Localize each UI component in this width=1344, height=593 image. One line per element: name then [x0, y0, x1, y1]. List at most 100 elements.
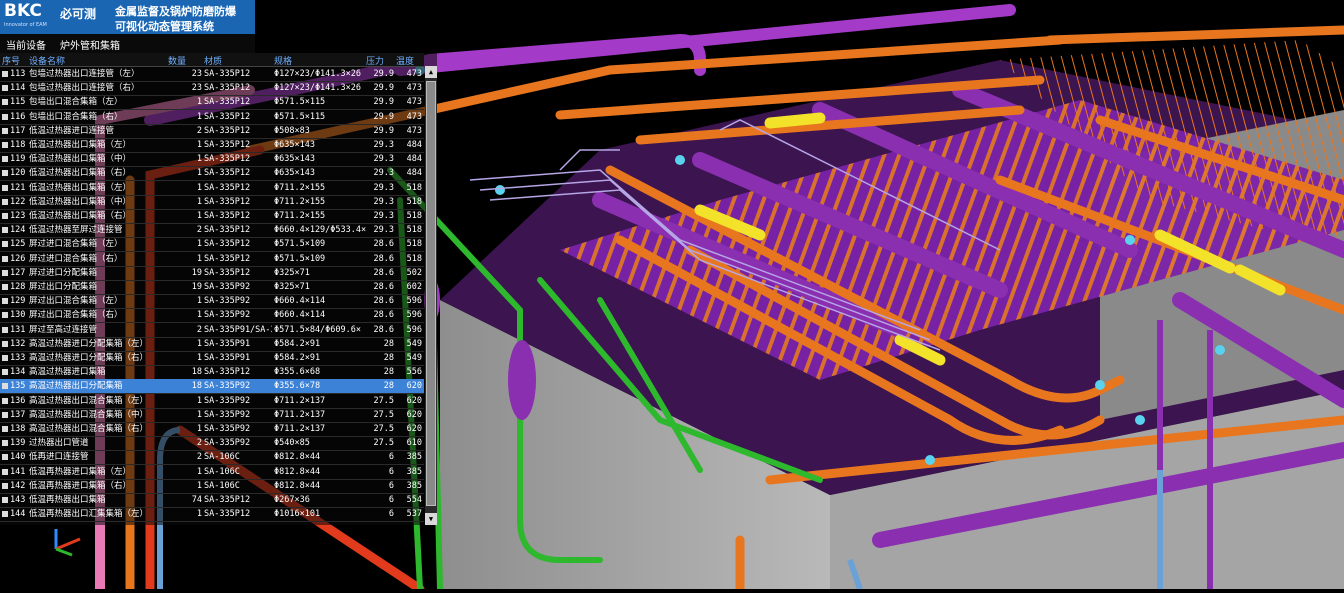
row-marker-icon: [2, 255, 8, 262]
table-cell: Φ635×143: [274, 168, 315, 179]
col-header-spec[interactable]: 规格: [274, 54, 366, 67]
table-row[interactable]: 143 低温再热器出口集箱 74 SA-335P12 Φ267×36 6 554: [0, 493, 424, 508]
table-cell: 屏过出口混合集箱（右）: [29, 310, 123, 321]
row-marker-icon: [2, 468, 8, 475]
table-row[interactable]: 121 低温过热器出口集箱（左） 1 SA-335P12 Φ711.2×155 29.3 5…: [0, 181, 424, 196]
table-cell: 低温过热器出口集箱（中）: [29, 196, 132, 207]
table-row[interactable]: 141 低温再热器进口集箱（左） 1 SA-106C Φ812.8×44 6 385: [0, 465, 424, 480]
table-cell: 29.3: [373, 182, 394, 193]
table-row[interactable]: 132 高温过热器进口分配集箱（左） 1 SA-335P91 Φ584.2×91 28 54…: [0, 337, 424, 352]
table-row[interactable]: 139 过热器出口管道 2 SA-335P92 Φ540×85 27.5 610: [0, 436, 424, 452]
current-device-value[interactable]: 炉外管和集箱: [60, 37, 120, 52]
table-cell: 6: [388, 466, 394, 477]
col-header-temp[interactable]: 温度: [396, 54, 422, 67]
table-row[interactable]: 117 低温过热器进口连接管 2 SA-335P12 Φ508×83 29.9 473: [0, 124, 424, 139]
table-cell: Φ812.8×44: [274, 452, 321, 463]
table-row[interactable]: 122 低温过热器出口集箱（中） 1 SA-335P12 Φ711.2×155 29.3 5…: [0, 195, 424, 210]
table-row[interactable]: 125 屏过进口混合集箱（左） 1 SA-335P12 Φ571.5×109 28.6 51…: [0, 237, 424, 253]
table-row[interactable]: 133 高温过热器进口分配集箱（右） 1 SA-335P91 Φ584.2×91 28 54…: [0, 351, 424, 366]
table-row[interactable]: 130 屏过出口混合集箱（右） 1 SA-335P92 Φ660.4×114 28.6 59…: [0, 308, 424, 324]
table-cell: 1: [196, 480, 202, 491]
table-cell: 23: [191, 69, 202, 79]
table-cell: SA-335P12: [204, 125, 251, 136]
table-cell: Φ1016×101: [274, 509, 321, 520]
table-row[interactable]: 144 低温再热器出口汇集集箱（左） 1 SA-335P12 Φ1016×101 6 537: [0, 507, 424, 523]
table-cell: 596: [406, 310, 422, 321]
table-cell: Φ571.5×115: [274, 111, 326, 122]
table-cell: 29.3: [373, 154, 394, 165]
table-cell: SA-335P92: [204, 424, 251, 434]
col-header-qty[interactable]: 数量: [168, 54, 202, 67]
table-row[interactable]: 140 低再进口连接管 2 SA-106C Φ812.8×44 6 385: [0, 450, 424, 466]
table-cell: 28.6: [373, 310, 394, 321]
table-row[interactable]: 126 屏过进口混合集箱（右） 1 SA-335P12 Φ571.5×109 28.6 51…: [0, 252, 424, 267]
table-cell: 1: [196, 353, 202, 363]
table-cell: 包墙出口混合集箱（左）: [29, 97, 123, 108]
app-title-line2: 可视化动态管理系统: [115, 20, 214, 33]
scroll-down-arrow-icon[interactable]: ▼: [425, 513, 437, 525]
table-cell: 554: [406, 495, 422, 505]
scrollbar-thumb[interactable]: [426, 80, 436, 506]
table-cell: 高温过热器出口混合集箱（左）: [29, 395, 149, 406]
table-cell: 549: [406, 338, 422, 349]
table-cell: 29.9: [373, 83, 394, 94]
table-cell: 1: [196, 140, 202, 150]
table-row[interactable]: 129 屏过出口混合集箱（左） 1 SA-335P92 Φ660.4×114 28.6 59…: [0, 294, 424, 310]
table-row[interactable]: 142 低温再热器进口集箱（右） 1 SA-106C Φ812.8×44 6 385: [0, 479, 424, 494]
table-cell: 低温过热器出口集箱（左）: [29, 140, 132, 150]
row-marker-icon: [2, 198, 8, 205]
table-row[interactable]: 119 低温过热器出口集箱（中） 1 SA-335P12 Φ635×143 29.3 484: [0, 152, 424, 168]
table-cell: Φ571.5×109: [274, 239, 326, 250]
logo-cn-text: 必可测: [60, 7, 97, 21]
table-cell: 1: [196, 409, 202, 420]
table-cell: Φ660.4×114: [274, 296, 326, 307]
table-cell: 高温过热器进口分配集箱（左）: [29, 338, 149, 349]
table-row[interactable]: 115 包墙出口混合集箱（左） 1 SA-335P12 Φ571.5×115 29.9 47…: [0, 95, 424, 111]
table-row[interactable]: 127 屏过进口分配集箱 19 SA-335P12 Φ325×71 28.6 502: [0, 266, 424, 281]
table-cell: 2: [196, 225, 202, 236]
table-row[interactable]: 138 高温过热器出口混合集箱（右） 1 SA-335P92 Φ711.2×137 27.…: [0, 422, 424, 437]
table-cell: Φ540×85: [274, 438, 310, 449]
table-cell: 518: [406, 182, 422, 193]
table-cell: 1: [196, 111, 202, 122]
table-cell: 高温过热器出口混合集箱（右）: [29, 424, 149, 434]
table-cell: 549: [406, 353, 422, 363]
col-header-pressure[interactable]: 压力: [366, 54, 394, 67]
equipment-table-panel: 序号 设备名称 数量 材质 规格 压力 温度 113 包墙过热器出口连接管（左） 2…: [0, 53, 437, 525]
table-cell: 74: [191, 495, 202, 505]
table-row[interactable]: 120 低温过热器出口集箱（右） 1 SA-335P12 Φ635×143 29.3 484: [0, 166, 424, 182]
bkc-logo: BKC: [4, 1, 42, 21]
table-cell: 6: [388, 509, 394, 520]
table-row[interactable]: 134 高温过热器进口集箱 18 SA-335P12 Φ355.6×68 28 556: [0, 365, 424, 381]
table-row[interactable]: 116 包墙出口混合集箱（右） 1 SA-335P12 Φ571.5×115 29.9 47…: [0, 110, 424, 125]
table-cell: 1: [196, 466, 202, 477]
table-cell: 2: [196, 452, 202, 463]
table-row[interactable]: 128 屏过出口分配集箱 19 SA-335P92 Φ325×71 28.6 602: [0, 280, 424, 295]
row-marker-icon: [2, 340, 8, 347]
scroll-up-arrow-icon[interactable]: ▲: [425, 66, 437, 78]
table-row[interactable]: 135 高温过热器出口分配集箱 18 SA-335P92 Φ355.6×78 28 620: [0, 379, 424, 395]
table-cell: 596: [406, 324, 422, 335]
table-row[interactable]: 124 低温过热器至屏过连接管 2 SA-335P12 Φ660.4×129/Φ533.…: [0, 223, 424, 239]
table-cell: SA-335P12: [204, 111, 251, 122]
col-header-name[interactable]: 设备名称: [29, 54, 169, 67]
table-row[interactable]: 136 高温过热器出口混合集箱（左） 1 SA-335P92 Φ711.2×137 27.…: [0, 394, 424, 409]
table-row[interactable]: 118 低温过热器出口集箱（左） 1 SA-335P12 Φ635×143 29.3 484: [0, 138, 424, 153]
table-row[interactable]: 137 高温过热器出口混合集箱（中） 1 SA-335P92 Φ711.2×137 27.…: [0, 408, 424, 423]
table-cell: 高温过热器进口集箱: [29, 367, 106, 378]
row-marker-icon: [2, 241, 8, 248]
table-row[interactable]: 114 包墙过热器出口连接管（右） 23 SA-335P12 Φ127×23/Φ141.…: [0, 81, 424, 97]
table-cell: 屏过出口分配集箱: [29, 282, 98, 292]
table-cell: SA-335P12: [204, 97, 251, 108]
table-cell: 385: [406, 452, 422, 463]
table-row[interactable]: 123 低温过热器出口集箱（右） 1 SA-335P12 Φ711.2×155 29.3 5…: [0, 209, 424, 224]
table-cell: SA-335P12: [204, 69, 251, 79]
table-scrollbar[interactable]: ▲ ▼: [425, 66, 437, 525]
col-header-index[interactable]: 序号: [2, 54, 28, 67]
col-header-material[interactable]: 材质: [204, 54, 272, 67]
table-row[interactable]: 113 包墙过热器出口连接管（左） 23 SA-335P12 Φ127×23/Φ141.…: [0, 67, 424, 82]
table-cell: SA-335P12: [204, 495, 251, 505]
row-marker-icon: [2, 312, 8, 319]
table-row[interactable]: 131屏过至高过连接管2SA-335P91/SA-335Φ571.5×84/Φ6…: [0, 323, 424, 338]
table-cell: SA-335P92: [204, 409, 251, 420]
